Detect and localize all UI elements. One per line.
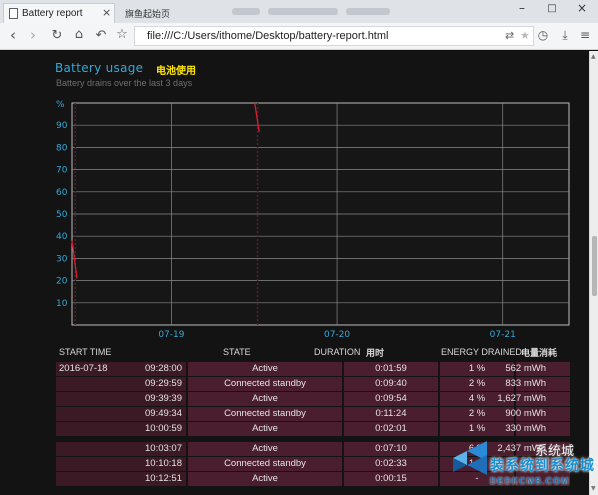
header-energy-annotation: 电量消耗 [521,348,558,358]
chart-y-labels: % 10 20 30 40 50 60 70 80 90 [56,100,68,309]
cell-percent: 1 % [440,362,514,376]
download-icon[interactable]: ⤓ [556,28,574,43]
minimize-button[interactable]: – [514,1,530,15]
y-tick-label: 60 [56,188,68,198]
cell-energy-value: 1,627 mWh [497,393,546,404]
cell-energy-value: 833 mWh [505,378,546,389]
chart-grid [71,102,570,326]
cell-state: Active [188,442,342,456]
page-icon [9,8,18,19]
scroll-thumb[interactable] [592,236,597,296]
y-tick-label: 20 [56,277,68,287]
cell-percent: 2 % [440,377,514,391]
header-start-time: START TIME [59,347,112,357]
cell-time: 09:49:34 [145,408,182,419]
header-energy: ENERGY DRAINED [441,347,522,357]
cell-state: Connected standby [188,377,342,391]
cell-duration: 0:07:10 [344,442,438,456]
x-tick-label: 07-19 [158,330,184,340]
cell-time: 10:12:51 [145,473,182,484]
star-icon[interactable]: ☆ [113,27,131,42]
y-tick-label: 80 [56,143,68,153]
cell-state: Active [188,392,342,406]
watermark-text: 装系统到系统城 [490,458,595,474]
translate-icon[interactable]: ⇄ [505,29,514,42]
table-row: 09:39:39 Active 0:09:54 4 % 1,627 mWh [56,392,570,406]
cell-start-time: 09:39:39 [56,392,186,406]
cell-state: Connected standby [188,407,342,421]
y-tick-label: 90 [56,121,68,131]
x-tick-label: 07-20 [324,330,350,340]
chart-x-labels: 07-19 07-20 07-21 [158,330,515,340]
cell-duration: 0:01:59 [344,362,438,376]
tab-label: 旗鱼起始页 [125,9,171,19]
cell-duration: 0:02:01 [344,422,438,436]
back-icon[interactable]: ‹ [4,26,22,44]
tab-battery-report[interactable]: Battery report × [3,3,115,23]
header-duration: DURATION [314,347,361,357]
address-text: file:///C:/Users/ithome/Desktop/battery-… [147,30,389,42]
home-icon[interactable]: ⌂ [70,27,88,42]
table-row: 2016-07-18 09:28:00 Active 0:01:59 1 % 562 mW… [56,362,570,376]
undo-icon[interactable]: ↶ [92,28,110,43]
header-state: STATE [223,347,251,357]
y-tick-label: 30 [56,254,68,264]
cell-state: Active [188,362,342,376]
tab-bar: Battery report × 旗鱼起始页 – □ × [0,0,598,23]
cell-date: 2016-07-18 [59,363,108,374]
cell-duration: 0:09:54 [344,392,438,406]
bookmark-star-icon[interactable]: ★ [520,29,530,42]
cell-energy: 833 mWh [505,377,570,391]
y-tick-label: 10 [56,299,68,309]
tab-start-page[interactable]: 旗鱼起始页 [120,4,220,22]
cell-state: Connected standby [188,457,342,471]
tab-label: Battery report [22,8,83,19]
blurred-bookmark [268,8,338,15]
cell-duration: 0:09:40 [344,377,438,391]
blurred-bookmark [346,8,390,15]
cell-start-time: 10:10:18 [56,457,186,471]
cell-time: 10:10:18 [145,458,182,469]
refresh-icon[interactable]: ↻ [48,28,66,43]
cell-energy: 1,627 mWh [497,392,570,406]
close-button[interactable]: × [574,1,590,15]
history-icon[interactable]: ◷ [534,28,552,42]
menu-icon[interactable]: ≡ [576,28,594,42]
y-tick-label: 70 [56,166,68,176]
cell-time: 09:39:39 [145,393,182,404]
cell-energy: 562 mWh [505,362,570,376]
cell-time: 10:00:59 [145,423,182,434]
cell-state: Active [188,472,342,486]
forward-icon[interactable]: › [24,26,42,44]
cell-start-time: 10:00:59 [56,422,186,436]
header-duration-annotation: 用时 [366,348,385,358]
watermark-url: DEDECMS.COM [490,476,570,486]
cell-duration: 0:02:33 [344,457,438,471]
cell-start-time: 10:03:07 [56,442,186,456]
cell-start-time: 2016-07-18 09:28:00 [56,362,186,376]
cell-time: 09:29:59 [145,378,182,389]
cell-start-time: 09:29:59 [56,377,186,391]
y-tick-label: 40 [56,232,68,242]
cell-duration: 0:11:24 [344,407,438,421]
x-tick-label: 07-21 [490,330,516,340]
cell-energy-value: 562 mWh [505,363,546,374]
navigation-bar: ‹ › ↻ ⌂ ↶ ☆ file:///C:/Users/ithome/Desk… [0,23,598,50]
y-axis-unit-label: % [56,100,65,110]
scroll-up-icon[interactable]: ▲ [591,53,596,60]
cell-duration: 0:00:15 [344,472,438,486]
cell-state: Active [188,422,342,436]
blurred-bookmark [232,8,260,15]
cell-time: 09:28:00 [145,363,182,374]
battery-usage-chart: % 10 20 30 40 50 60 70 80 90 07-19 07-20 07-21 [56,100,570,340]
table-row: 09:29:59 Connected standby 0:09:40 2 % 833 m… [56,377,570,391]
cell-start-time: 10:12:51 [56,472,186,486]
maximize-button[interactable]: □ [544,3,560,14]
tab-close-icon[interactable]: × [102,6,111,19]
cell-start-time: 09:49:34 [56,407,186,421]
cell-time: 10:03:07 [145,443,182,454]
y-tick-label: 50 [56,210,68,220]
address-bar[interactable]: file:///C:/Users/ithome/Desktop/battery-… [134,26,534,46]
